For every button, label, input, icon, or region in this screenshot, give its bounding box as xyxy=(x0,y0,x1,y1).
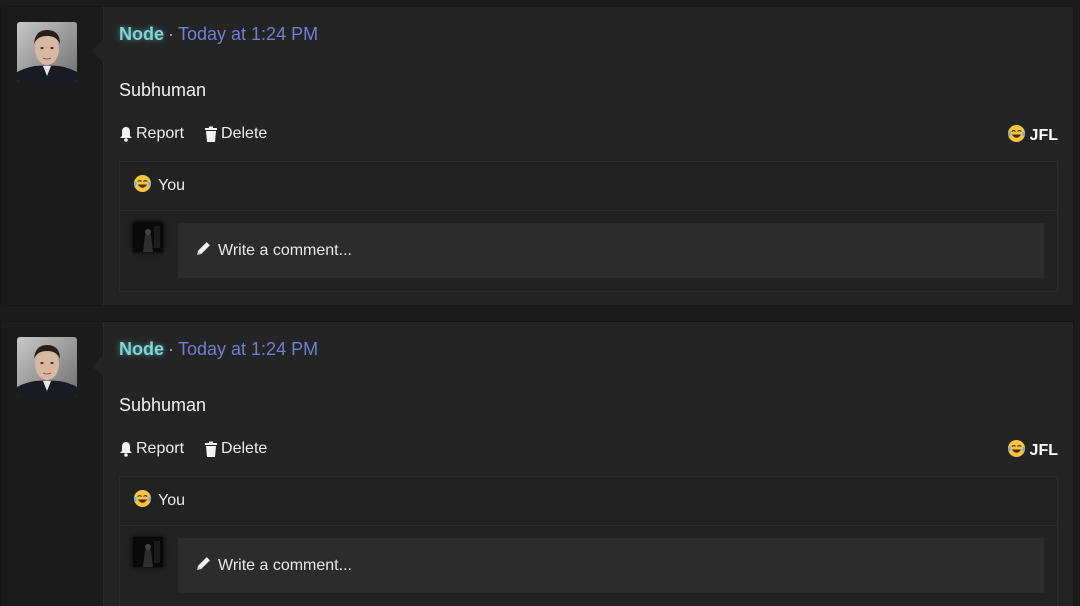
avatar[interactable] xyxy=(17,22,77,82)
reactors-label[interactable]: You xyxy=(158,492,185,510)
post: Node · Today at 1:24 PM Subhuman Report De… xyxy=(0,6,1074,306)
bell-icon xyxy=(119,126,133,142)
post-message: Subhuman xyxy=(119,395,207,415)
separator: · xyxy=(168,24,174,44)
post-feed: Node · Today at 1:24 PM Subhuman Report De… xyxy=(0,0,1080,606)
post-gutter xyxy=(1,322,103,606)
comment-placeholder: Write a comment... xyxy=(218,556,352,574)
author-name[interactable]: Node xyxy=(119,339,164,359)
comment-placeholder: Write a comment... xyxy=(218,241,352,259)
post-header: Node · Today at 1:24 PM xyxy=(119,339,318,360)
reaction-label: JFL xyxy=(1029,442,1058,459)
report-label: Report xyxy=(136,125,185,142)
laugh-cry-emoji-icon xyxy=(133,174,152,198)
report-button[interactable]: Report xyxy=(119,125,184,143)
post-header: Node · Today at 1:24 PM xyxy=(119,24,318,45)
report-label: Report xyxy=(136,440,185,457)
post-body: Node · Today at 1:24 PM Subhuman Report De… xyxy=(92,322,1073,606)
pencil-icon xyxy=(195,555,212,577)
reactors-row: You xyxy=(120,477,1057,526)
delete-button[interactable]: Delete xyxy=(204,440,267,458)
bell-icon xyxy=(119,441,133,457)
post-body: Node · Today at 1:24 PM Subhuman Report De… xyxy=(92,7,1073,305)
delete-button[interactable]: Delete xyxy=(204,125,267,143)
reactors-row: You xyxy=(120,162,1057,211)
reactors-label[interactable]: You xyxy=(158,177,185,195)
post-actions: Report Delete xyxy=(119,125,267,143)
comment-row: Write a comment... xyxy=(120,211,1057,291)
laugh-cry-emoji-icon xyxy=(1007,439,1026,463)
avatar[interactable] xyxy=(17,337,77,397)
post: Node · Today at 1:24 PM Subhuman Report De… xyxy=(0,321,1074,606)
reaction-summary[interactable]: JFL xyxy=(1007,439,1058,463)
report-button[interactable]: Report xyxy=(119,440,184,458)
laugh-cry-emoji-icon xyxy=(133,489,152,513)
trash-icon xyxy=(204,126,218,142)
reaction-label: JFL xyxy=(1029,127,1058,144)
post-gutter xyxy=(1,7,103,305)
delete-label: Delete xyxy=(221,440,268,457)
trash-icon xyxy=(204,441,218,457)
author-name[interactable]: Node xyxy=(119,24,164,44)
reaction-summary[interactable]: JFL xyxy=(1007,124,1058,148)
post-message: Subhuman xyxy=(119,80,207,100)
separator: · xyxy=(168,339,174,359)
current-user-avatar xyxy=(133,222,163,252)
pencil-icon xyxy=(195,240,212,262)
current-user-avatar xyxy=(133,537,163,567)
comment-row: Write a comment... xyxy=(120,526,1057,606)
reply-box: You Write a comment... xyxy=(119,161,1058,292)
timestamp[interactable]: Today at 1:24 PM xyxy=(178,24,318,44)
timestamp[interactable]: Today at 1:24 PM xyxy=(178,339,318,359)
reply-box: You Write a comment... xyxy=(119,476,1058,606)
post-actions: Report Delete xyxy=(119,440,267,458)
delete-label: Delete xyxy=(221,125,268,142)
comment-input[interactable]: Write a comment... xyxy=(178,538,1044,593)
laugh-cry-emoji-icon xyxy=(1007,124,1026,148)
comment-input[interactable]: Write a comment... xyxy=(178,223,1044,278)
